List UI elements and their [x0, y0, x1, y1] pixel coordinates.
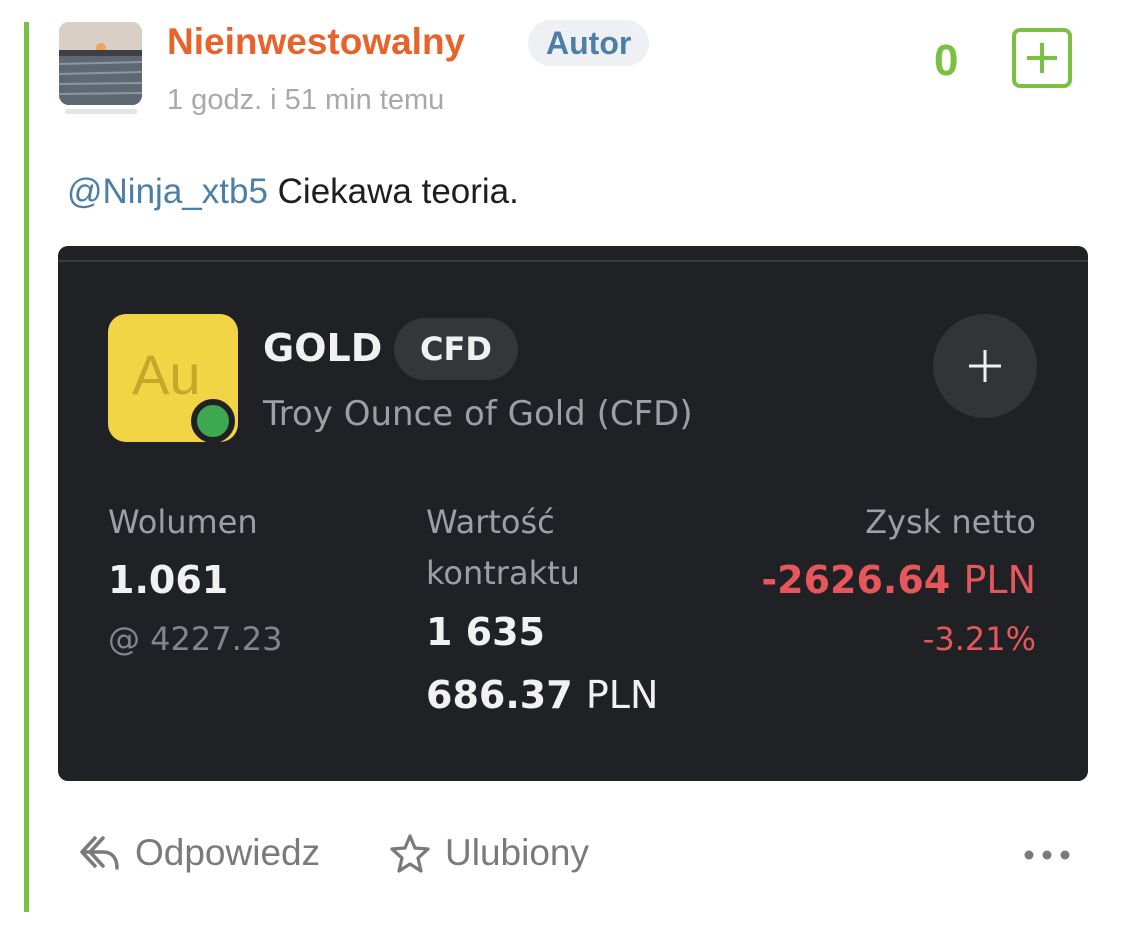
- contract-value-line1: 1 635: [426, 610, 545, 654]
- favorite-label: Ulubiony: [445, 832, 589, 873]
- net-profit-label: Zysk netto: [865, 503, 1036, 541]
- reply-button[interactable]: Odpowiedz: [79, 832, 320, 874]
- add-instrument-button: [933, 314, 1037, 418]
- net-profit-percent: -3.21%: [922, 620, 1036, 658]
- star-icon: [390, 834, 430, 873]
- more-dots-icon: [1024, 850, 1070, 860]
- plus-icon: [1027, 43, 1057, 73]
- contract-value-line2: 686.37 PLN: [426, 673, 658, 717]
- market-open-status-dot: [191, 399, 235, 443]
- post-time: 1 godz. i 51 min temu: [167, 84, 445, 116]
- instrument-symbol: GOLD: [263, 326, 383, 370]
- author-badge: Autor: [528, 20, 650, 66]
- author-name[interactable]: Nieinwestowalny: [167, 22, 465, 62]
- net-profit-value: -2626.64 PLN: [761, 558, 1036, 602]
- comment-actions: Odpowiedz Ulubiony: [29, 832, 1104, 892]
- volume-label: Wolumen: [108, 503, 258, 541]
- favorite-button[interactable]: Ulubiony: [389, 832, 589, 874]
- reply-label: Odpowiedz: [135, 832, 321, 873]
- comment-text: Ciekawa teoria.: [267, 172, 519, 211]
- instrument-type-badge: CFD: [394, 318, 518, 380]
- symbol-icon-text: Au: [132, 343, 201, 406]
- avatar-underline: [65, 109, 137, 114]
- plus-icon: [969, 350, 1001, 382]
- card-divider: [58, 260, 1088, 262]
- reply-icon: [80, 836, 119, 870]
- avatar[interactable]: [59, 22, 142, 105]
- comment: Nieinwestowalny Autor 1 godz. i 51 min t…: [24, 20, 1104, 912]
- contract-value-amount: 686.37: [426, 673, 573, 717]
- trade-card-image[interactable]: Au GOLD CFD Troy Ounce of Gold (CFD) Wol…: [58, 246, 1088, 781]
- more-options-button[interactable]: [1022, 840, 1072, 870]
- comment-body: @Ninja_xtb5 Ciekawa teoria.: [67, 172, 519, 212]
- vote-score: 0: [934, 36, 959, 85]
- contract-value-label-line2: kontraktu: [426, 554, 580, 592]
- contract-value-unit: PLN: [585, 673, 659, 717]
- contract-value-label-line1: Wartość: [426, 503, 555, 541]
- instrument-description: Troy Ounce of Gold (CFD): [263, 394, 693, 434]
- avatar-image: [59, 22, 142, 105]
- net-profit-unit: PLN: [963, 558, 1036, 602]
- volume-value: 1.061: [108, 558, 229, 602]
- user-mention-link[interactable]: @Ninja_xtb5: [67, 172, 268, 211]
- volume-open-price: @ 4227.23: [108, 620, 283, 658]
- net-profit-amount: -2626.64: [761, 558, 951, 602]
- upvote-button[interactable]: [1012, 28, 1072, 88]
